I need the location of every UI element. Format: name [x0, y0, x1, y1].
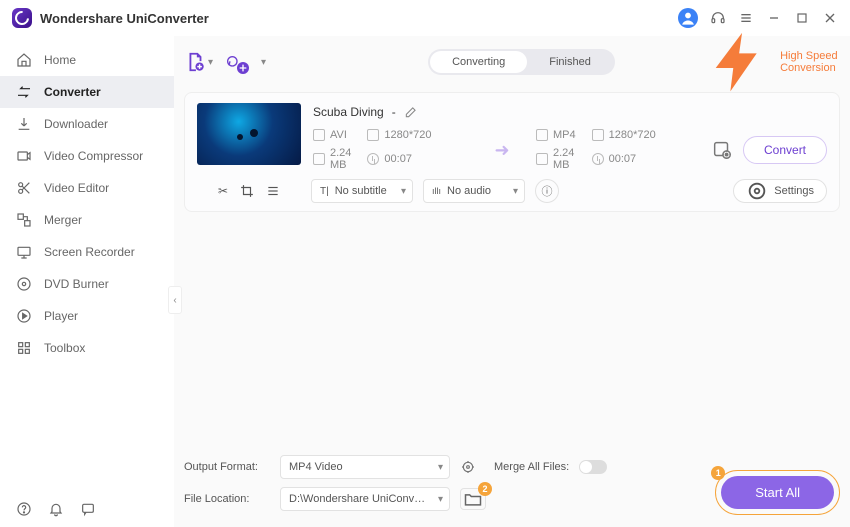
effects-icon[interactable]: [266, 184, 280, 198]
size-icon: [313, 153, 325, 165]
tab-converting[interactable]: Converting: [430, 51, 527, 73]
sidebar-item-label: Video Editor: [44, 181, 109, 195]
sidebar: Home Converter Downloader Video Compressor V…: [0, 36, 174, 527]
open-folder-button[interactable]: 2: [460, 488, 486, 510]
output-format-select[interactable]: MP4 Video: [280, 455, 450, 479]
sidebar-item-player[interactable]: Player: [0, 300, 174, 332]
sidebar-item-label: Merger: [44, 213, 82, 227]
add-folder-button[interactable]: ▾: [225, 54, 266, 70]
output-format-label: Output Format:: [184, 461, 270, 473]
sidebar-item-merger[interactable]: Merger: [0, 204, 174, 236]
downloader-icon: [16, 116, 32, 132]
format-icon: [313, 129, 325, 141]
sidebar-item-label: Downloader: [44, 117, 108, 131]
crop-icon[interactable]: [240, 184, 254, 198]
format-icon: [536, 129, 548, 141]
output-format-value: MP4 Video: [289, 461, 343, 473]
edit-title-icon[interactable]: [404, 105, 418, 119]
subtitle-value: No subtitle: [335, 185, 387, 197]
sidebar-item-downloader[interactable]: Downloader: [0, 108, 174, 140]
size-icon: [536, 153, 548, 165]
source-duration: 00:07: [384, 153, 412, 165]
sidebar-item-label: DVD Burner: [44, 277, 109, 291]
audio-select[interactable]: ıllıNo audio: [423, 179, 525, 203]
feedback-icon[interactable]: [80, 501, 96, 517]
recorder-icon: [16, 244, 32, 260]
clock-icon: [367, 153, 379, 165]
target-duration: 00:07: [609, 153, 637, 165]
merger-icon: [16, 212, 32, 228]
minimize-icon[interactable]: [766, 10, 782, 26]
target-size: 2.24 MB: [553, 147, 576, 171]
status-tabs: Converting Finished: [428, 49, 615, 75]
file-location-select[interactable]: D:\Wondershare UniConverter: [280, 487, 450, 511]
resolution-icon: [367, 129, 379, 141]
trim-icon[interactable]: ✂: [218, 184, 228, 198]
sidebar-item-label: Toolbox: [44, 341, 85, 355]
start-all-button[interactable]: Start All: [721, 476, 834, 509]
merge-toggle[interactable]: [579, 460, 607, 474]
sidebar-item-label: Home: [44, 53, 76, 67]
compressor-icon: [16, 148, 32, 164]
title-suffix: -: [392, 105, 396, 119]
high-speed-conversion-link[interactable]: High Speed Conversion: [704, 27, 840, 97]
source-format: AVI: [330, 129, 347, 141]
task-settings-icon[interactable]: [711, 139, 733, 161]
merge-label: Merge All Files:: [494, 461, 569, 473]
sidebar-item-compressor[interactable]: Video Compressor: [0, 140, 174, 172]
conversion-arrow-icon: ➜: [488, 140, 516, 161]
file-location-value: D:\Wondershare UniConverter: [289, 493, 427, 505]
sidebar-item-label: Player: [44, 309, 78, 323]
badge-2: 2: [478, 482, 492, 496]
toolbox-icon: [16, 340, 32, 356]
sidebar-item-editor[interactable]: Video Editor: [0, 172, 174, 204]
info-icon[interactable]: ⓘ: [535, 179, 559, 203]
sidebar-item-dvd[interactable]: DVD Burner: [0, 268, 174, 300]
bell-icon[interactable]: [48, 501, 64, 517]
settings-label: Settings: [774, 185, 814, 197]
target-resolution: 1280*720: [609, 129, 656, 141]
convert-button[interactable]: Convert: [743, 136, 827, 164]
home-icon: [16, 52, 32, 68]
add-file-button[interactable]: ▾: [184, 51, 213, 73]
main-panel: ▾ ▾ Converting Finished High Speed Conve…: [174, 36, 850, 527]
maximize-icon[interactable]: [794, 10, 810, 26]
sidebar-item-toolbox[interactable]: Toolbox: [0, 332, 174, 364]
editor-icon: [16, 180, 32, 196]
task-settings-button[interactable]: Settings: [733, 179, 827, 203]
file-title: Scuba Diving: [313, 105, 384, 119]
format-settings-icon[interactable]: [460, 459, 476, 475]
sidebar-item-label: Converter: [44, 85, 101, 99]
tab-finished[interactable]: Finished: [527, 51, 613, 73]
sidebar-item-converter[interactable]: Converter: [0, 76, 174, 108]
start-all-highlight: 1 Start All: [715, 470, 840, 515]
resolution-icon: [592, 129, 604, 141]
user-avatar[interactable]: [678, 8, 698, 28]
high-speed-label: High Speed Conversion: [780, 50, 840, 74]
dvd-icon: [16, 276, 32, 292]
sidebar-item-home[interactable]: Home: [0, 44, 174, 76]
player-icon: [16, 308, 32, 324]
sidebar-item-recorder[interactable]: Screen Recorder: [0, 236, 174, 268]
clock-icon: [592, 153, 604, 165]
app-title: Wondershare UniConverter: [40, 11, 209, 26]
converter-icon: [16, 84, 32, 100]
menu-icon[interactable]: [738, 10, 754, 26]
file-location-label: File Location:: [184, 493, 270, 505]
task-card: Scuba Diving - AVI 1280*720 2.24 MB 00:0…: [184, 92, 840, 212]
source-resolution: 1280*720: [384, 129, 431, 141]
subtitle-select[interactable]: T|No subtitle: [311, 179, 413, 203]
headset-icon[interactable]: [710, 10, 726, 26]
close-icon[interactable]: [822, 10, 838, 26]
badge-1: 1: [711, 466, 725, 480]
source-size: 2.24 MB: [330, 147, 351, 171]
sidebar-item-label: Screen Recorder: [44, 245, 135, 259]
video-thumbnail[interactable]: [197, 103, 301, 165]
target-format: MP4: [553, 129, 576, 141]
help-icon[interactable]: [16, 501, 32, 517]
audio-value: No audio: [447, 185, 491, 197]
sidebar-item-label: Video Compressor: [44, 149, 143, 163]
app-logo-icon: [12, 8, 32, 28]
